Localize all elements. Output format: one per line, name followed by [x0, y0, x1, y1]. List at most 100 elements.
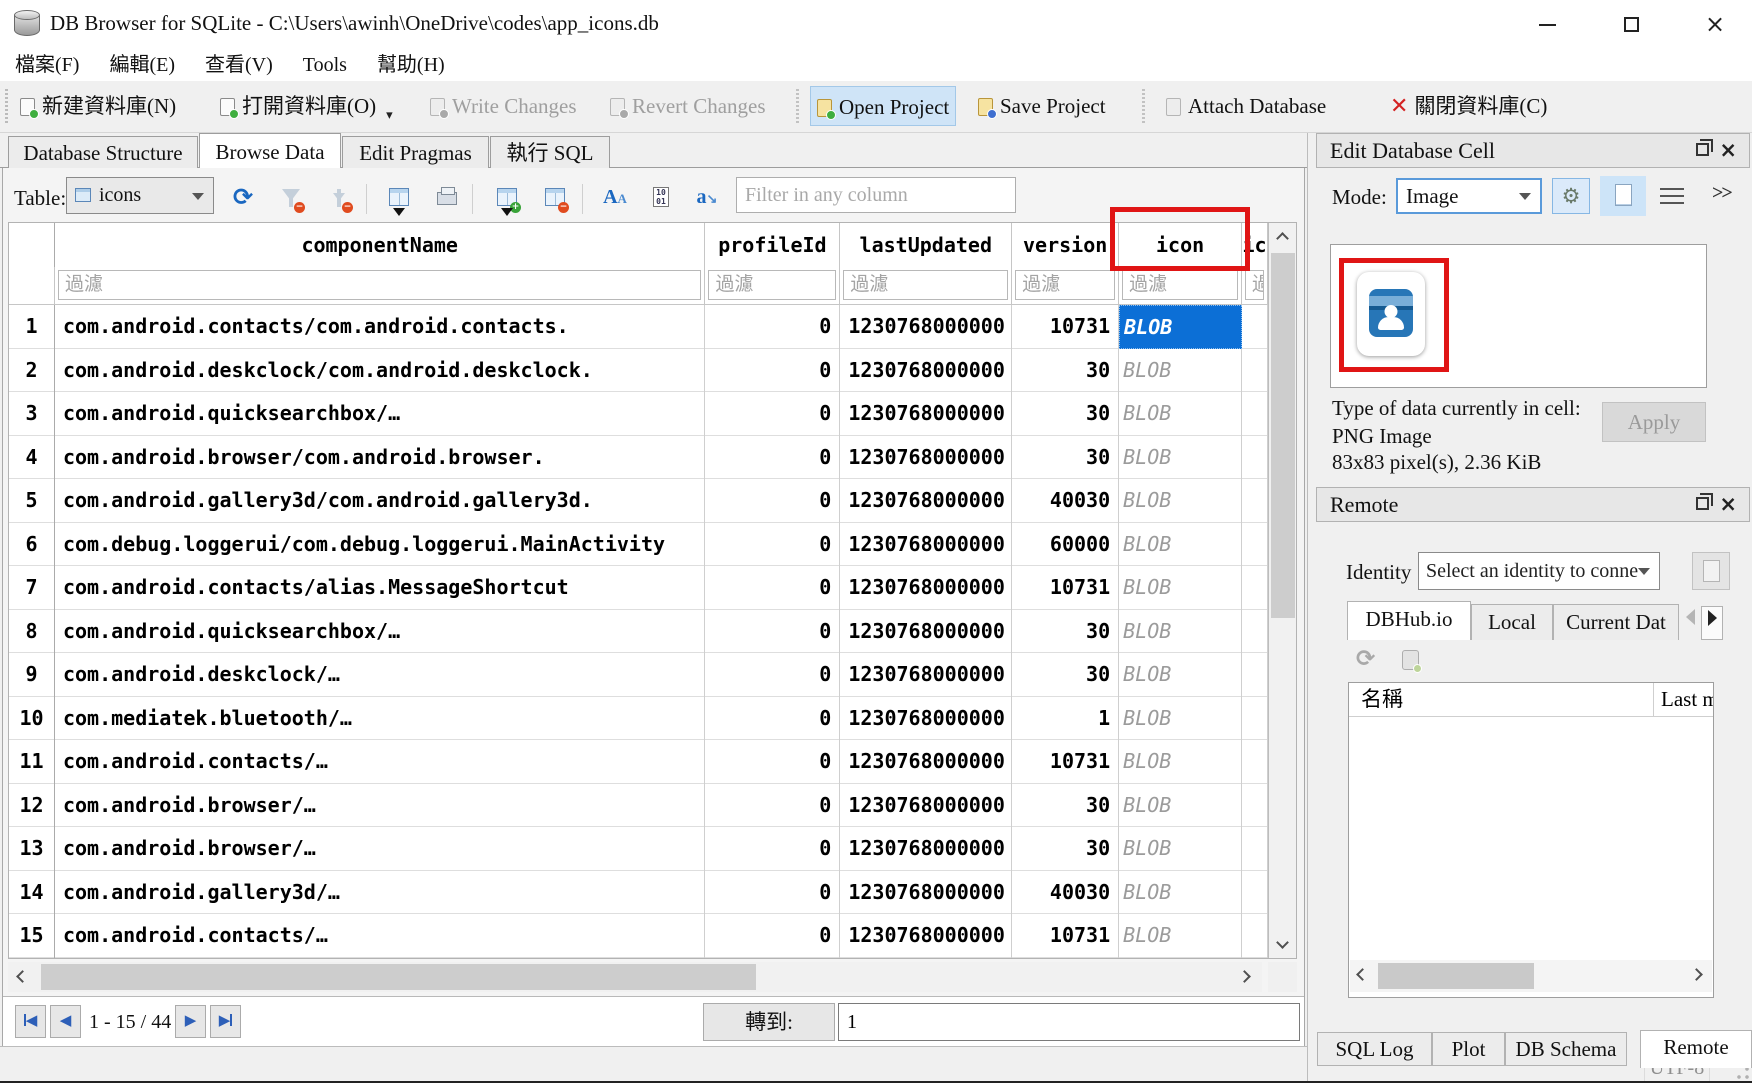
cell-lastUpdated[interactable]: 1230768000000	[840, 305, 1012, 349]
cell-icon2[interactable]	[1242, 697, 1268, 741]
cell-componentName[interactable]: com.android.contacts/…	[55, 914, 705, 958]
tab-scroll-left-button[interactable]	[1679, 606, 1701, 640]
revert-changes-button[interactable]: Revert Changes	[604, 86, 772, 126]
write-changes-button[interactable]: Write Changes	[424, 86, 583, 126]
cell-profileId[interactable]: 0	[705, 392, 840, 436]
row-number[interactable]: 12	[9, 784, 55, 828]
close-panel-icon[interactable]: ×	[1719, 134, 1737, 167]
menu-file[interactable]: 檔案(F)	[0, 50, 94, 81]
cell-icon2[interactable]	[1242, 479, 1268, 523]
cell-icon2[interactable]	[1242, 305, 1268, 349]
remote-refresh-button[interactable]: ⟳	[1356, 646, 1375, 672]
menu-help[interactable]: 幫助(H)	[362, 50, 460, 81]
row-number[interactable]: 3	[9, 392, 55, 436]
cell-version[interactable]: 30	[1012, 653, 1119, 697]
cell-lastUpdated[interactable]: 1230768000000	[840, 827, 1012, 871]
cell-profileId[interactable]: 0	[705, 914, 840, 958]
close-button[interactable]: ×	[1690, 8, 1740, 42]
cell-profileId[interactable]: 0	[705, 305, 840, 349]
cell-componentName[interactable]: com.android.deskclock/…	[55, 653, 705, 697]
tab-execute-sql[interactable]: 執行 SQL	[490, 136, 610, 168]
filter-input-icon2[interactable]: 過濾	[1245, 270, 1264, 300]
cell-version[interactable]: 30	[1012, 349, 1119, 393]
cell-version[interactable]: 30	[1012, 827, 1119, 871]
open-database-button[interactable]: 打開資料庫(O)▾	[214, 86, 399, 126]
mode-select[interactable]: Image	[1396, 178, 1542, 214]
cell-componentName[interactable]: com.android.deskclock/com.android.deskcl…	[55, 349, 705, 393]
open-database-dropdown-icon[interactable]: ▾	[386, 107, 393, 122]
filter-input-componentName[interactable]: 過濾	[58, 270, 701, 300]
cell-version[interactable]: 1	[1012, 697, 1119, 741]
cell-profileId[interactable]: 0	[705, 523, 840, 567]
vertical-scrollbar-thumb[interactable]	[1271, 253, 1295, 618]
cell-icon2[interactable]	[1242, 610, 1268, 654]
cell-icon[interactable]: BLOB	[1119, 305, 1242, 349]
cell-componentName[interactable]: com.android.quicksearchbox/…	[55, 610, 705, 654]
cell-componentName[interactable]: com.android.browser/…	[55, 784, 705, 828]
cell-icon[interactable]: BLOB	[1119, 523, 1242, 567]
row-number-header[interactable]	[9, 223, 55, 267]
cell-icon2[interactable]	[1242, 827, 1268, 871]
cell-icon[interactable]: BLOB	[1119, 697, 1242, 741]
remote-list-lastmodified-header[interactable]: Last mo	[1653, 683, 1713, 717]
cell-componentName[interactable]: com.android.gallery3d/com.android.galler…	[55, 479, 705, 523]
cell-icon[interactable]: BLOB	[1119, 827, 1242, 871]
row-number[interactable]: 15	[9, 914, 55, 958]
remote-tab-current-database[interactable]: Current Dat	[1553, 604, 1679, 640]
binary-view-button[interactable]: 1001	[644, 181, 678, 215]
row-number[interactable]: 8	[9, 610, 55, 654]
cell-version[interactable]: 30	[1012, 610, 1119, 654]
remote-tab-dbhub[interactable]: DBHub.io	[1347, 601, 1471, 640]
column-header-profileId[interactable]: profileId	[705, 223, 840, 267]
cell-profileId[interactable]: 0	[705, 436, 840, 480]
cell-icon[interactable]: BLOB	[1119, 871, 1242, 915]
filter-input-version[interactable]: 過濾	[1015, 270, 1115, 300]
remote-list-scrollbar[interactable]	[1350, 960, 1712, 992]
text-view-button[interactable]	[1600, 176, 1646, 216]
close-panel-icon[interactable]: ×	[1719, 488, 1737, 521]
cell-icon2[interactable]	[1242, 349, 1268, 393]
attach-database-button[interactable]: Attach Database	[1160, 86, 1332, 126]
scroll-up-button[interactable]	[1269, 223, 1296, 250]
apply-button[interactable]: Apply	[1602, 402, 1706, 442]
cell-version[interactable]: 10731	[1012, 914, 1119, 958]
cell-componentName[interactable]: com.debug.loggerui/com.debug.loggerui.Ma…	[55, 523, 705, 567]
cell-lastUpdated[interactable]: 1230768000000	[840, 479, 1012, 523]
cell-componentName[interactable]: com.android.contacts/com.android.contact…	[55, 305, 705, 349]
cell-icon[interactable]: BLOB	[1119, 610, 1242, 654]
cell-profileId[interactable]: 0	[705, 784, 840, 828]
cell-icon2[interactable]	[1242, 784, 1268, 828]
cell-lastUpdated[interactable]: 1230768000000	[840, 436, 1012, 480]
row-number[interactable]: 14	[9, 871, 55, 915]
cell-version[interactable]: 40030	[1012, 871, 1119, 915]
cell-version[interactable]: 10731	[1012, 566, 1119, 610]
dock-tab-sql-log[interactable]: SQL Log	[1317, 1032, 1432, 1066]
cell-componentName[interactable]: com.android.gallery3d/…	[55, 871, 705, 915]
column-header-componentName[interactable]: componentName	[55, 223, 705, 267]
scroll-down-button[interactable]	[1269, 931, 1296, 958]
cell-lastUpdated[interactable]: 1230768000000	[840, 914, 1012, 958]
cell-icon[interactable]: BLOB	[1119, 479, 1242, 523]
clear-sort-button[interactable]: −	[322, 181, 356, 215]
maximize-button[interactable]	[1606, 8, 1656, 42]
cell-componentName[interactable]: com.android.contacts/alias.MessageShortc…	[55, 566, 705, 610]
tab-database-structure[interactable]: Database Structure	[8, 136, 198, 168]
column-header-lastUpdated[interactable]: lastUpdated	[840, 223, 1012, 267]
cell-profileId[interactable]: 0	[705, 697, 840, 741]
dock-tab-db-schema[interactable]: DB Schema	[1505, 1032, 1627, 1066]
save-project-button[interactable]: Save Project	[972, 86, 1112, 126]
cell-profileId[interactable]: 0	[705, 610, 840, 654]
row-number[interactable]: 5	[9, 479, 55, 523]
cell-lastUpdated[interactable]: 1230768000000	[840, 523, 1012, 567]
cell-componentName[interactable]: com.android.browser/com.android.browser.	[55, 436, 705, 480]
scroll-right-button[interactable]	[1688, 960, 1712, 992]
cell-componentName[interactable]: com.android.contacts/…	[55, 740, 705, 784]
remote-list-name-header[interactable]: 名稱	[1361, 683, 1403, 715]
tab-edit-pragmas[interactable]: Edit Pragmas	[342, 136, 489, 168]
cell-version[interactable]: 30	[1012, 436, 1119, 480]
identity-select[interactable]: Select an identity to conne	[1418, 552, 1660, 590]
row-number[interactable]: 9	[9, 653, 55, 697]
cell-lastUpdated[interactable]: 1230768000000	[840, 610, 1012, 654]
row-number[interactable]: 1	[9, 305, 55, 349]
print-button[interactable]	[430, 181, 464, 215]
